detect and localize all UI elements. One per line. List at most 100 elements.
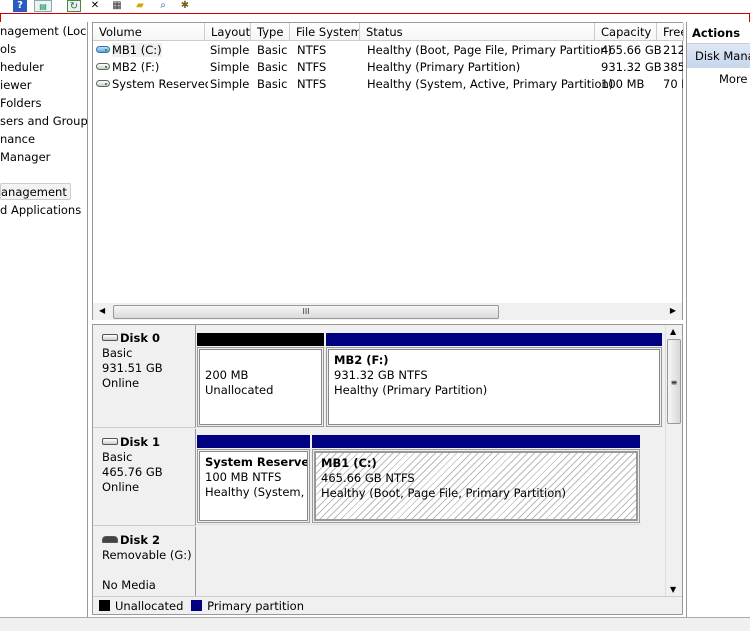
search-icon[interactable]: ⌕ <box>156 0 170 12</box>
delete-icon[interactable]: ✕ <box>88 0 102 12</box>
open-folder-icon[interactable]: ▰ <box>133 0 147 12</box>
tree-item-performance[interactable]: nance <box>0 131 35 148</box>
unallocated-swatch <box>99 600 110 611</box>
actions-pane: Actions Disk Management More Actions <box>686 22 750 617</box>
partition-size: 100 MB NTFS <box>205 470 282 484</box>
disk-type: Basic <box>102 450 133 464</box>
layout-cell: Simple <box>210 77 250 91</box>
disk-type: Basic <box>102 346 133 360</box>
help-icon[interactable]: ? <box>13 0 27 12</box>
volume-icon <box>96 80 110 87</box>
disk-0-info[interactable]: Disk 0 Basic 931.51 GB Online <box>93 325 196 428</box>
tree-item-computer-management[interactable]: nagement (Local <box>0 23 87 40</box>
partition-name: System Reserved <box>205 455 308 469</box>
properties-icon[interactable]: ▦ <box>110 0 124 12</box>
scroll-right-arrow-icon[interactable]: ▶ <box>670 306 676 315</box>
unallocated-bar <box>197 333 324 346</box>
column-header-type[interactable]: Type <box>251 23 290 41</box>
status-cell: Healthy (Boot, Page File, Primary Partit… <box>367 43 613 57</box>
disk-graphical-view: Disk 0 Basic 931.51 GB Online 200 MB Una… <box>92 324 683 615</box>
settings-icon[interactable]: ✱ <box>178 0 192 12</box>
scrollbar-thumb[interactable]: III <box>113 305 499 319</box>
scroll-down-arrow-icon[interactable]: ▼ <box>670 585 676 594</box>
disk-1-info[interactable]: Disk 1 Basic 465.76 GB Online <box>93 429 196 526</box>
partition-mb1-selected[interactable]: MB1 (C:) 465.66 GB NTFS Healthy (Boot, P… <box>312 435 640 523</box>
scroll-left-arrow-icon[interactable]: ◀ <box>99 306 105 315</box>
fs-cell: NTFS <box>297 43 327 57</box>
volume-icon <box>96 46 110 53</box>
partition-name: MB1 (C:) <box>321 456 377 470</box>
navigation-tree: nagement (Local ols heduler iewer Folder… <box>0 22 88 617</box>
layout-cell: Simple <box>210 43 250 57</box>
column-header-free-space[interactable]: Free <box>657 23 684 41</box>
column-header-status[interactable]: Status <box>360 23 595 41</box>
legend-item-primary: Primary partition <box>191 599 304 613</box>
disk-1-partitions: System Reserved 100 MB NTFS Healthy (Sys… <box>197 435 641 525</box>
partition-status: Healthy (System, A <box>205 485 308 499</box>
column-header-layout[interactable]: Layout <box>205 23 251 41</box>
legend-label: Primary partition <box>207 599 304 613</box>
partition-unallocated[interactable]: 200 MB Unallocated <box>197 333 324 427</box>
tree-item-disk-management[interactable]: anagement <box>0 183 71 200</box>
disk-0-partitions: 200 MB Unallocated MB2 (F:) 931.32 GB NT… <box>197 333 663 427</box>
tree-item-task-scheduler[interactable]: heduler <box>0 59 44 76</box>
capacity-cell: 465.66 GB <box>601 43 662 57</box>
status-cell: Healthy (Primary Partition) <box>367 60 521 74</box>
more-actions-link[interactable]: More Actions <box>687 68 750 90</box>
legend: Unallocated Primary partition <box>93 596 682 614</box>
volume-list: Volume Layout Type File System Status Ca… <box>92 22 684 320</box>
show-hide-action-pane-icon[interactable]: ▤ <box>34 0 52 12</box>
partition-status: Unallocated <box>205 383 274 397</box>
partition-size: 465.66 GB NTFS <box>321 471 415 485</box>
refresh-icon[interactable]: ↻ <box>67 0 81 12</box>
table-row[interactable]: MB1 (C:) Simple Basic NTFS Healthy (Boot… <box>93 42 684 59</box>
removable-disk-icon <box>102 536 118 543</box>
table-row[interactable]: System Reserved Simple Basic NTFS Health… <box>93 76 684 93</box>
layout-cell: Simple <box>210 60 250 74</box>
free-cell: 385 <box>663 60 683 74</box>
tree-item-event-viewer[interactable]: iewer <box>0 77 31 94</box>
partition-system-reserved[interactable]: System Reserved 100 MB NTFS Healthy (Sys… <box>197 435 310 523</box>
partition-size: 200 MB <box>205 368 249 382</box>
column-header-file-system[interactable]: File System <box>290 23 360 41</box>
type-cell: Basic <box>257 77 288 91</box>
fs-cell: NTFS <box>297 77 327 91</box>
type-cell: Basic <box>257 43 288 57</box>
table-row[interactable]: MB2 (F:) Simple Basic NTFS Healthy (Prim… <box>93 59 684 76</box>
disk-view-vertical-scrollbar[interactable]: ▲ ≡ ▼ <box>665 325 682 596</box>
disk-size: 465.76 GB <box>102 465 163 479</box>
tree-item-system-tools[interactable]: ols <box>0 41 16 58</box>
tree-item-local-users-groups[interactable]: sers and Groups <box>0 113 87 130</box>
partition-name: MB2 (F:) <box>334 353 389 367</box>
volume-name: MB1 (C:) <box>112 43 162 57</box>
volume-icon <box>96 63 110 70</box>
hard-disk-icon <box>102 438 118 445</box>
volume-list-horizontal-scrollbar[interactable]: ◀ III ▶ <box>93 303 682 320</box>
partition-status: Healthy (Primary Partition) <box>334 383 488 397</box>
column-header-volume[interactable]: Volume <box>93 23 205 41</box>
disk-state: No Media <box>102 578 156 592</box>
free-cell: 212 <box>663 43 683 57</box>
partition-status: Healthy (Boot, Page File, Primary Partit… <box>321 486 567 500</box>
column-header-capacity[interactable]: Capacity <box>595 23 657 41</box>
actions-disk-management[interactable]: Disk Management <box>687 44 750 68</box>
scrollbar-thumb[interactable]: ≡ <box>667 339 681 424</box>
disk-state: Online <box>102 376 140 390</box>
hard-disk-icon <box>102 334 118 341</box>
disk-state: Online <box>102 480 140 494</box>
disk-2-info[interactable]: Disk 2 Removable (G:) No Media <box>93 527 196 596</box>
primary-partition-bar <box>197 435 310 448</box>
free-cell: 70 M <box>663 77 683 91</box>
tree-item-shared-folders[interactable]: Folders <box>0 95 42 112</box>
partition-mb2[interactable]: MB2 (F:) 931.32 GB NTFS Healthy (Primary… <box>326 333 662 427</box>
legend-item-unallocated: Unallocated <box>99 599 183 613</box>
actions-header: Actions <box>687 22 750 44</box>
scroll-up-arrow-icon[interactable]: ▲ <box>670 327 676 336</box>
tree-item-device-manager[interactable]: Manager <box>0 149 50 166</box>
primary-partition-bar <box>312 435 640 448</box>
legend-label: Unallocated <box>115 599 184 613</box>
tree-item-services-applications[interactable]: d Applications <box>0 202 81 219</box>
disk-size: 931.51 GB <box>102 361 163 375</box>
capacity-cell: 931.32 GB <box>601 60 662 74</box>
disk-type: Removable (G:) <box>102 548 192 562</box>
